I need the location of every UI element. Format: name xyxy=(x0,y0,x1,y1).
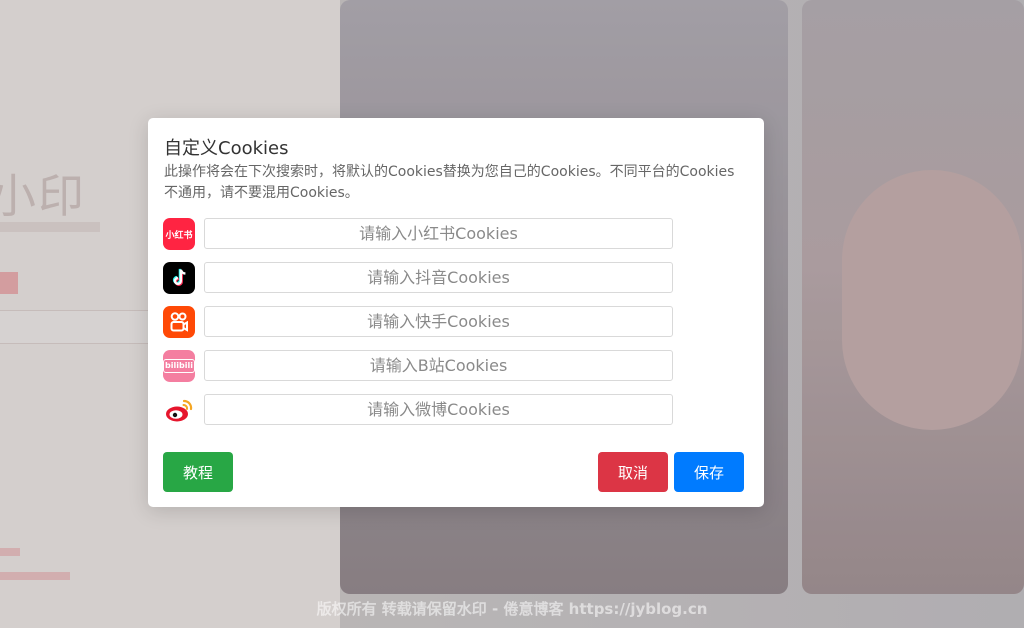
xiaohongshu-icon-label: 小红书 xyxy=(165,230,193,241)
dialog-title: 自定义Cookies xyxy=(164,138,289,159)
kuaishou-icon xyxy=(163,306,195,338)
watermark: 版权所有 转载请保留水印 - 倦意博客 https://jyblog.cn xyxy=(316,600,708,618)
cancel-button[interactable]: 取消 xyxy=(598,452,668,492)
weibo-cookies-input[interactable] xyxy=(204,394,673,425)
kuaishou-row xyxy=(163,306,673,338)
bilibili-icon-label: bilibili xyxy=(163,359,195,373)
save-button[interactable]: 保存 xyxy=(674,452,744,492)
custom-cookies-dialog: 自定义Cookies 此操作将会在下次搜索时，将默认的Cookies替换为您自己… xyxy=(148,118,764,507)
bilibili-icon: bilibili xyxy=(163,350,195,382)
kuaishou-cookies-input[interactable] xyxy=(204,306,673,337)
douyin-icon xyxy=(163,262,195,294)
xiaohongshu-icon: 小红书 xyxy=(163,218,195,250)
douyin-cookies-input[interactable] xyxy=(204,262,673,293)
bilibili-row: bilibili xyxy=(163,350,673,382)
xiaohongshu-row: 小红书 xyxy=(163,218,673,250)
weibo-row xyxy=(163,394,673,426)
dialog-description: 此操作将会在下次搜索时，将默认的Cookies替换为您自己的Cookies。不同… xyxy=(164,164,735,201)
tutorial-button[interactable]: 教程 xyxy=(163,452,233,492)
bilibili-cookies-input[interactable] xyxy=(204,350,673,381)
weibo-icon xyxy=(163,394,195,426)
douyin-row xyxy=(163,262,673,294)
xiaohongshu-cookies-input[interactable] xyxy=(204,218,673,249)
